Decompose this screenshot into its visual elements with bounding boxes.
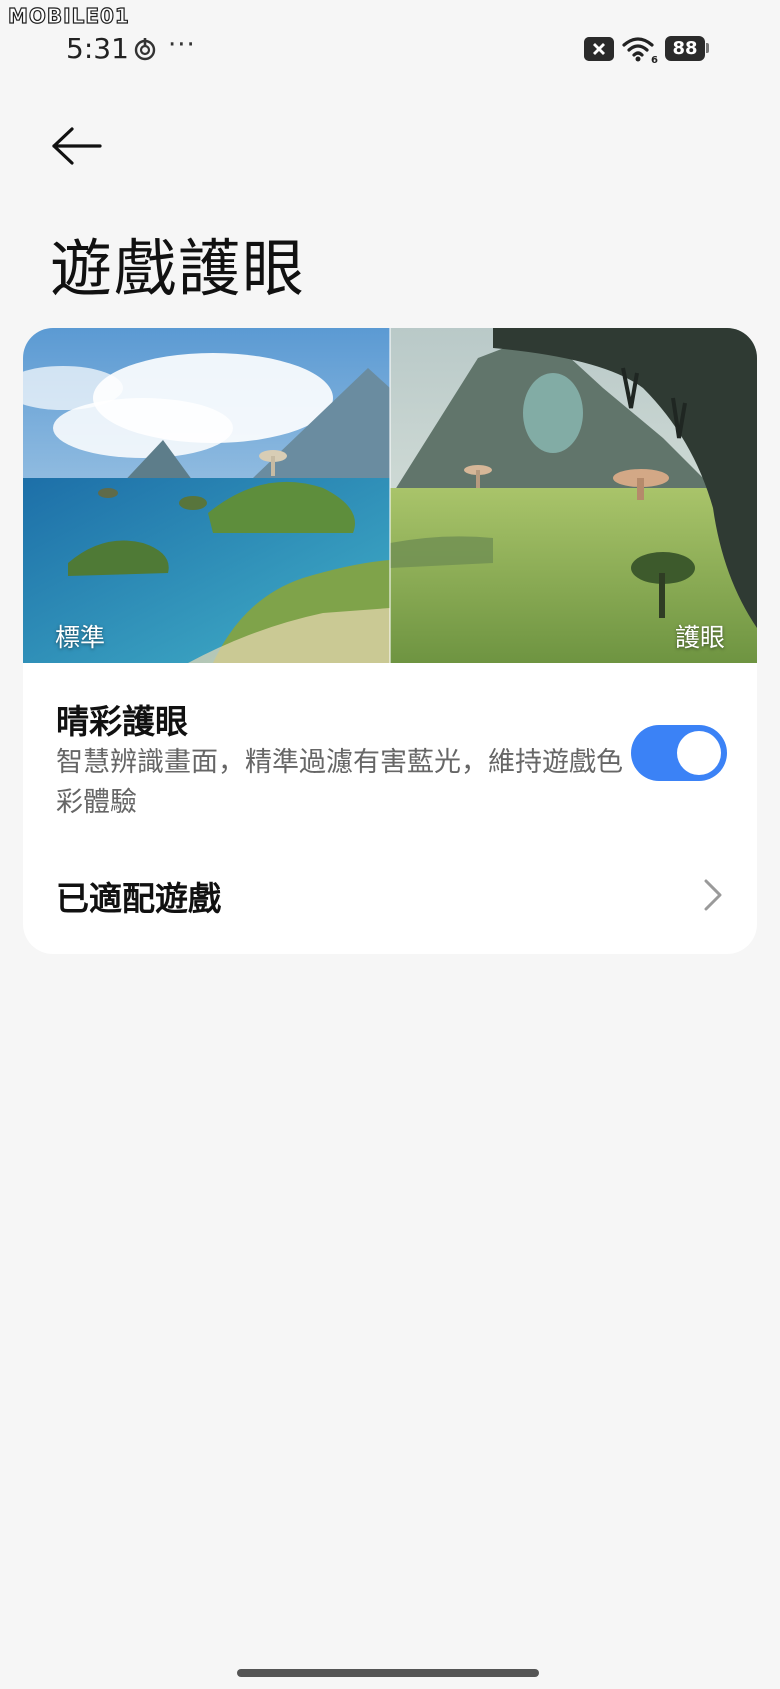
watermark: MOBILE01 (7, 3, 130, 28)
setting-title: 晴彩護眼 (56, 702, 188, 741)
arrow-left-icon[interactable] (50, 126, 106, 166)
vivid-eye-care-toggle[interactable] (631, 725, 727, 781)
battery-level: 88 (672, 38, 698, 59)
battery-icon: 88 (665, 36, 705, 61)
status-time: 5:31 (66, 32, 129, 65)
eye-care-label: 護眼 (674, 623, 725, 652)
vivid-eye-care-setting[interactable]: 晴彩護眼 智慧辨識畫面，精準過濾有害藍光，維持遊戲色彩體驗 (23, 663, 757, 833)
page-title: 遊戲護眼 (50, 232, 307, 305)
more-notifications-icon: ··· (168, 30, 196, 60)
standard-label: 標準 (55, 623, 106, 652)
settings-card: 標準 護眼 晴彩護眼 智慧辨識畫面，精準過濾有害藍光，維持遊戲色彩體驗 已適配遊… (23, 328, 757, 954)
adapted-games-row[interactable]: 已適配遊戲 (23, 848, 757, 938)
home-indicator[interactable] (237, 1669, 539, 1677)
chevron-right-icon (704, 879, 722, 911)
toggle-knob (677, 731, 721, 775)
status-bar: 5:31 ··· 6 88 (0, 30, 780, 74)
vpn-ring-icon (134, 38, 156, 61)
wifi-generation-label: 6 (651, 55, 658, 64)
landscape-illustration (23, 328, 757, 663)
wifi-icon: 6 (622, 37, 658, 64)
comparison-preview-image: 標準 護眼 (23, 328, 757, 663)
sim-off-icon (584, 37, 614, 61)
setting-description: 智慧辨識畫面，精準過濾有害藍光，維持遊戲色彩體驗 (56, 747, 623, 818)
adapted-games-label: 已適配遊戲 (56, 879, 221, 918)
battery-tip (706, 43, 709, 53)
